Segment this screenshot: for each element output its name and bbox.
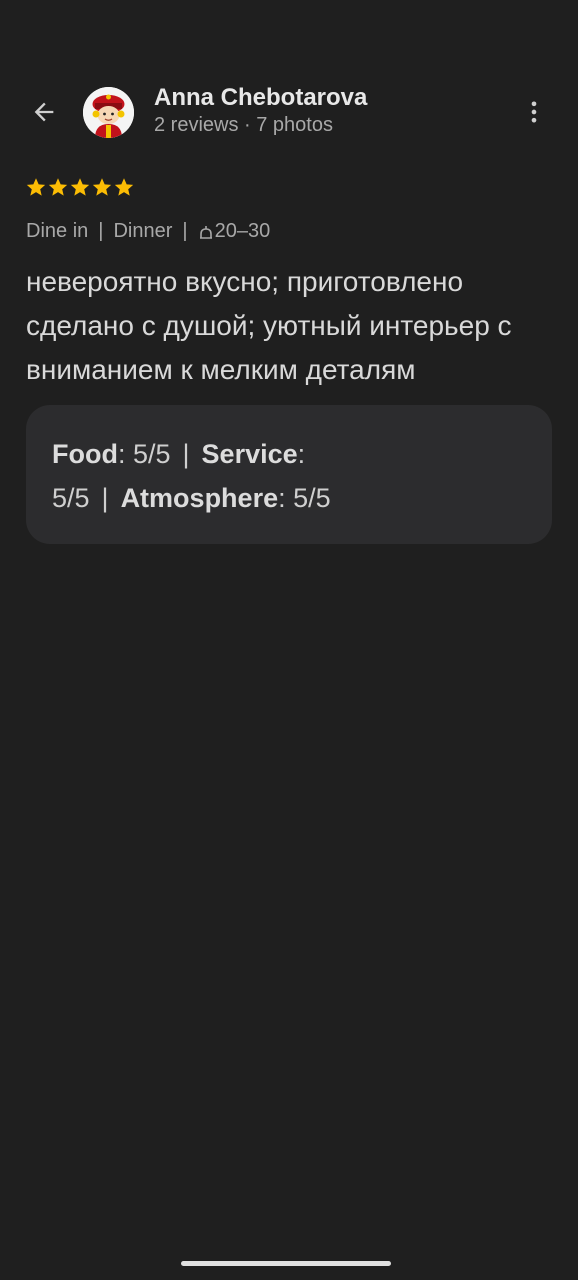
food-value: : 5/5 xyxy=(117,439,171,469)
tag-service-type: Dine in xyxy=(26,220,89,242)
tag-meal: Dinner xyxy=(113,220,173,242)
avatar-image xyxy=(83,87,134,138)
service-value: 5/5 xyxy=(52,483,90,513)
star-rating xyxy=(25,176,135,198)
tag-price: 20–30 xyxy=(198,220,271,243)
home-indicator[interactable] xyxy=(181,1261,391,1266)
star-icon xyxy=(48,178,68,196)
tag-separator: | xyxy=(182,220,188,242)
food-label: Food xyxy=(52,439,118,469)
price-range: 20–30 xyxy=(214,220,271,242)
rating-separator: | xyxy=(182,439,190,469)
reviewer-name[interactable]: Anna Chebotarova xyxy=(154,84,367,112)
more-options-button[interactable] xyxy=(512,92,556,136)
review-text: невероятно вкусно; приготовлено сделано … xyxy=(26,266,512,385)
star-icon xyxy=(70,178,90,196)
star-icon xyxy=(26,178,46,196)
back-button[interactable] xyxy=(22,92,66,136)
more-vert-icon xyxy=(520,98,548,131)
atmosphere-label: Atmosphere xyxy=(120,483,279,513)
service-colon: : xyxy=(297,439,306,469)
reviewer-meta: 2 reviews · 7 photos xyxy=(154,114,333,136)
price-icon xyxy=(198,223,215,241)
avatar[interactable] xyxy=(83,87,134,138)
star-icon xyxy=(114,178,134,196)
rating-separator: | xyxy=(101,483,109,513)
arrow-back-icon xyxy=(30,98,58,131)
tag-separator: | xyxy=(98,220,104,242)
service-label: Service xyxy=(201,439,298,469)
ratings-card: Food: 5/5 | Service: 5/5 | Atmosphere: 5/5 xyxy=(26,405,552,544)
star-icon xyxy=(92,178,112,196)
ratings-breakdown: Food: 5/5 | Service: 5/5 | Atmosphere: 5/5 xyxy=(52,432,352,520)
atmosphere-value: : 5/5 xyxy=(278,483,331,513)
visit-tags: Dine in | Dinner | 20–30 xyxy=(26,220,270,243)
